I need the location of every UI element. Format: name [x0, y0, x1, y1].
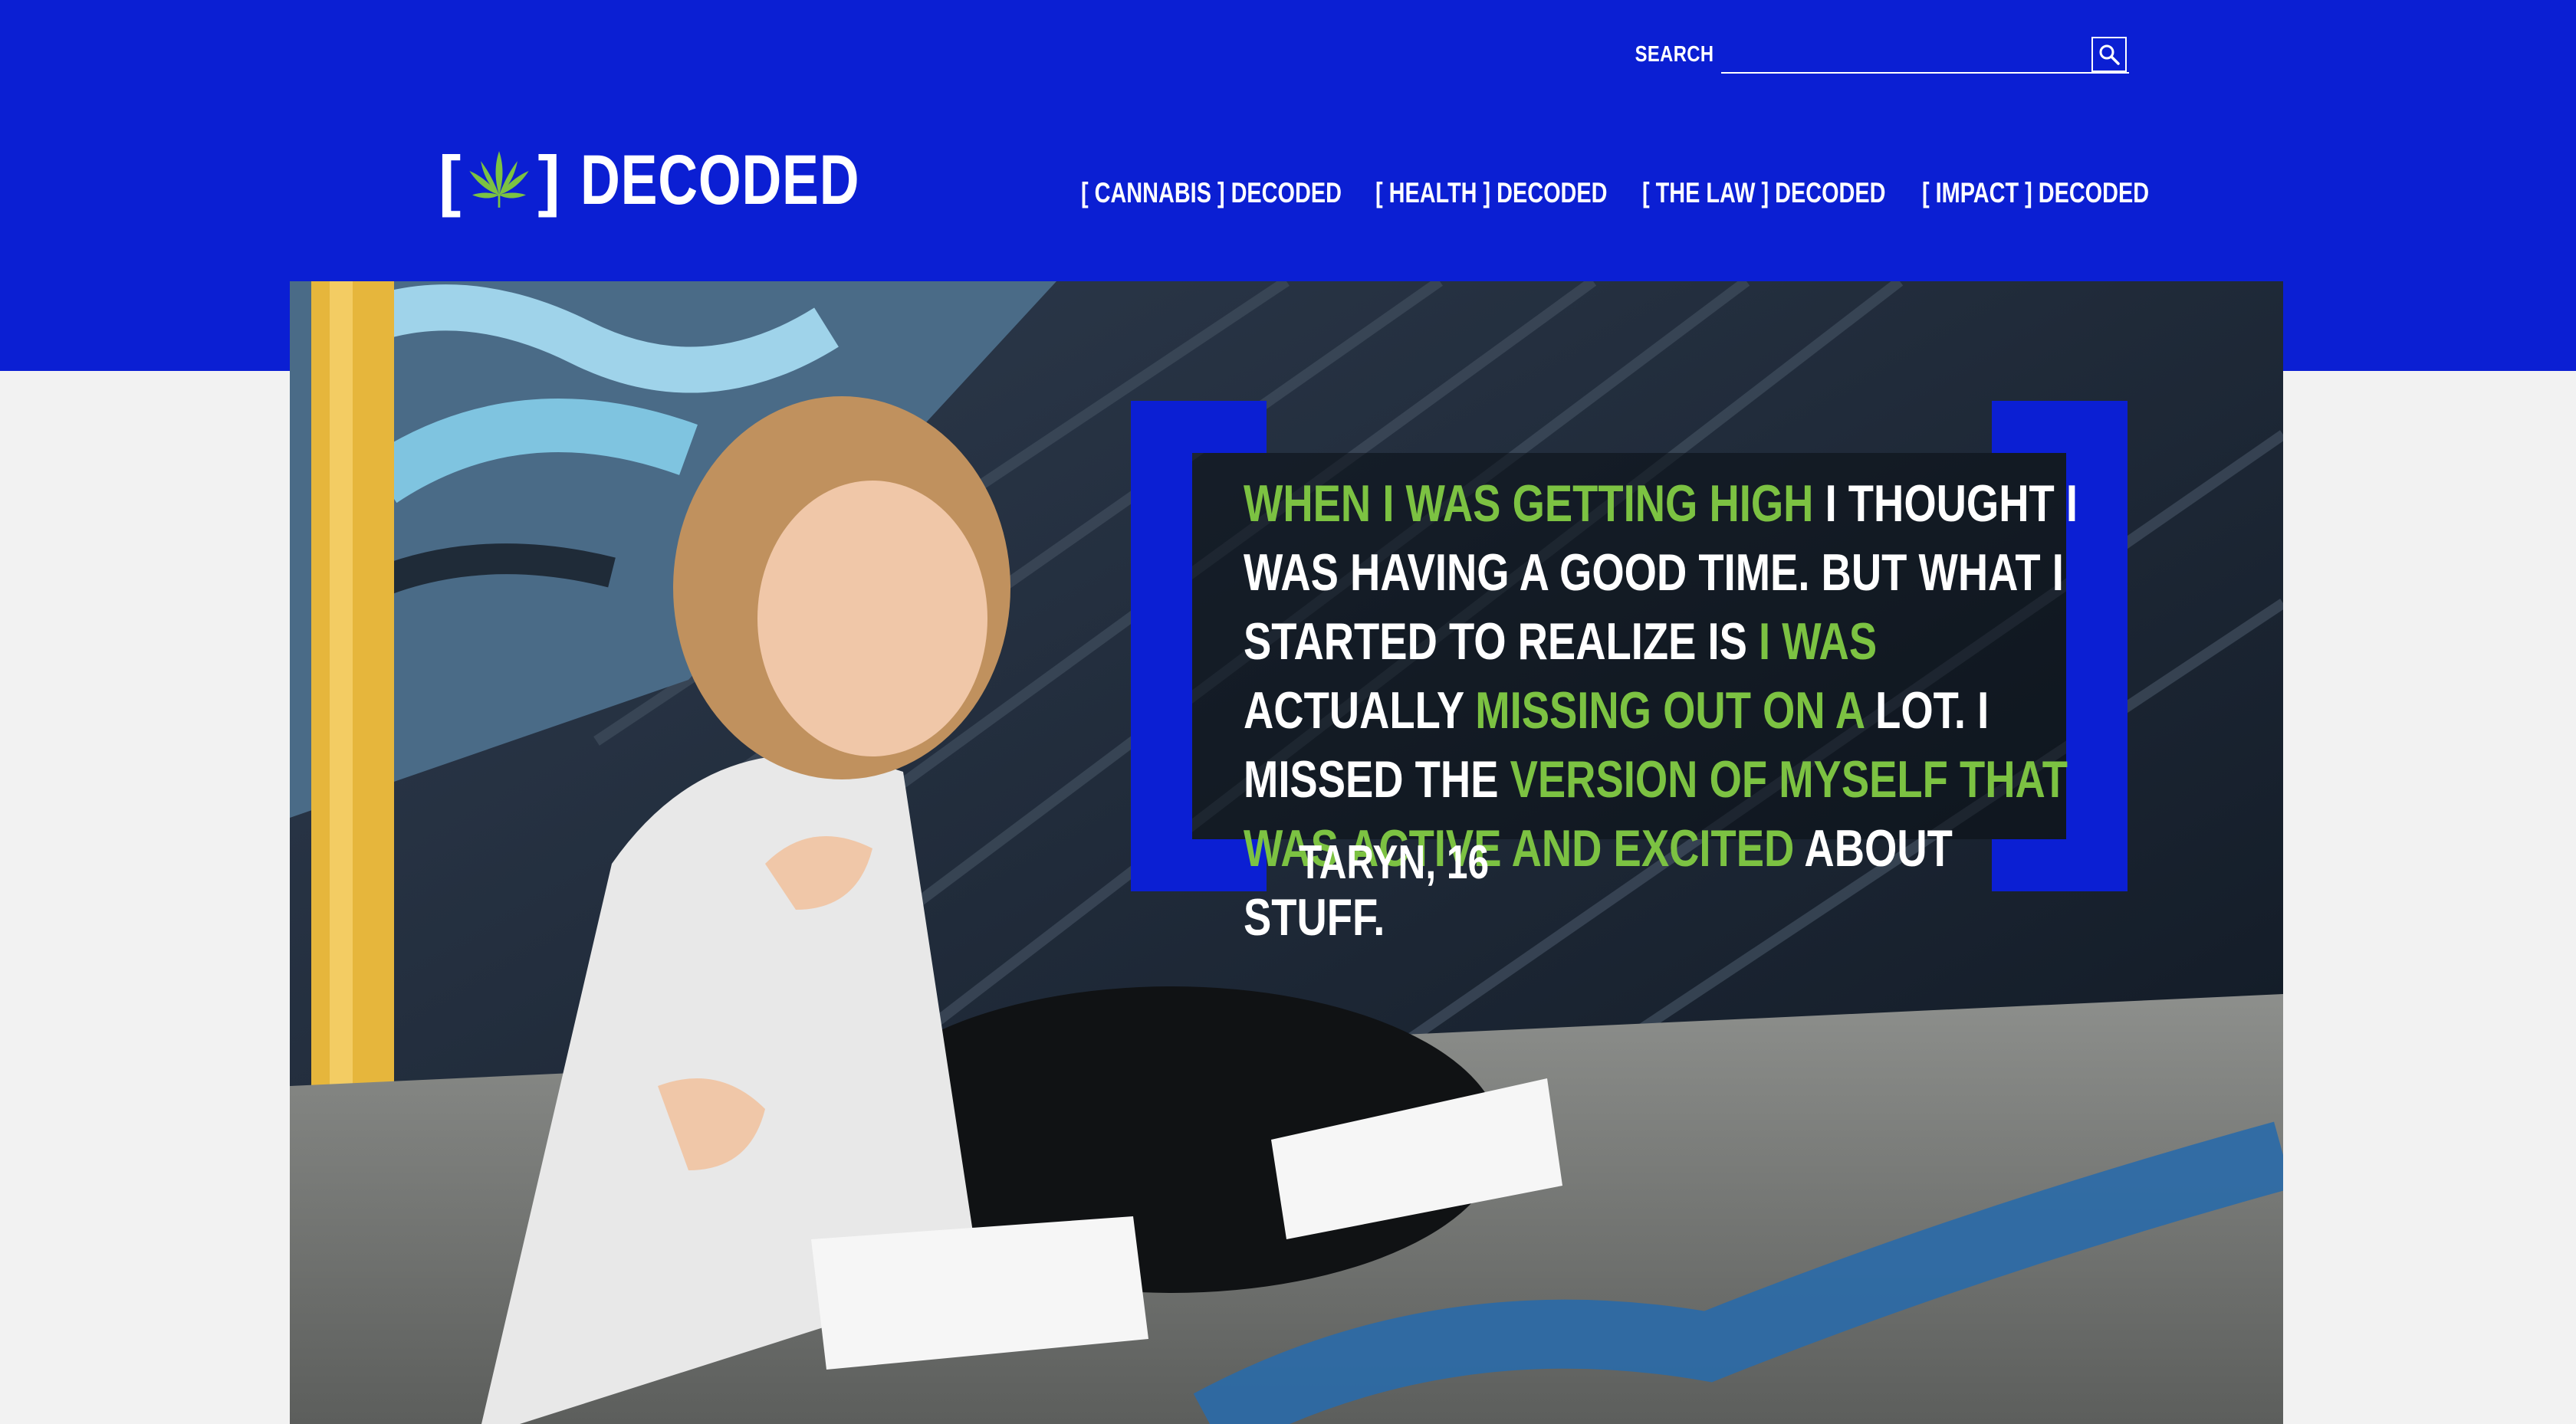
- search-input[interactable]: [1721, 43, 2130, 74]
- main-nav: [ CANNABIS ] DECODED [ HEALTH ] DECODED …: [0, 170, 2576, 216]
- nav-item-cannabis[interactable]: [ CANNABIS ] DECODED: [1081, 170, 1342, 216]
- quote-bracket-left: [1131, 401, 1192, 891]
- quote-bracket-right-top: [1992, 401, 2128, 453]
- nav-item-impact[interactable]: [ IMPACT ] DECODED: [1922, 170, 2149, 216]
- search-label: SEARCH: [1635, 42, 1714, 67]
- quote-bracket-left-top: [1131, 401, 1267, 453]
- quote-part: WHEN I WAS GETTING HIGH: [1244, 474, 1814, 533]
- quote-part: I WAS: [1758, 612, 1878, 671]
- nav-item-health[interactable]: [ HEALTH ] DECODED: [1375, 170, 1607, 216]
- quote-author: TARYN, 16: [1299, 836, 1490, 889]
- search-button[interactable]: [2091, 37, 2127, 72]
- quote-part: ACTUALLY: [1244, 681, 1476, 740]
- nav-item-the-law[interactable]: [ THE LAW ] DECODED: [1642, 170, 1885, 216]
- search-bar: SEARCH: [1618, 34, 2130, 74]
- quote-part: MISSING OUT ON A: [1475, 681, 1864, 740]
- search-icon: [2099, 44, 2120, 65]
